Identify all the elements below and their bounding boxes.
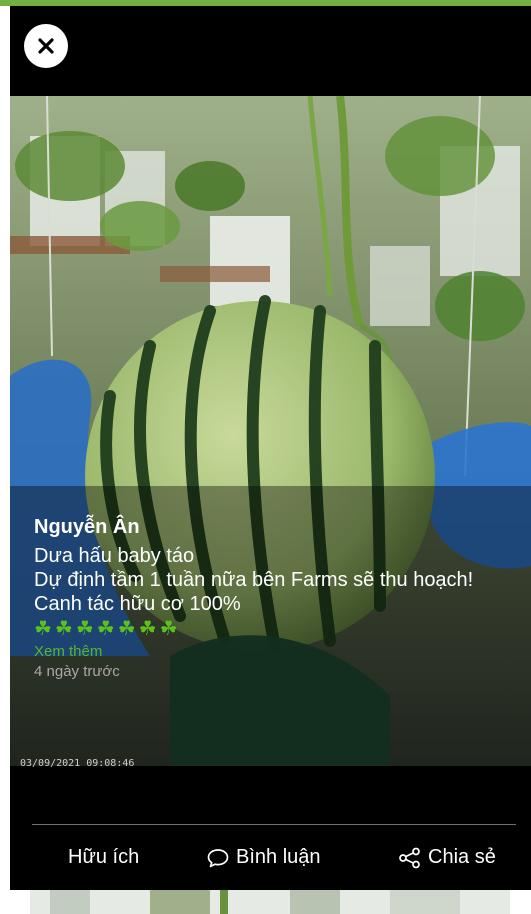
share-label: Chia sẻ bbox=[428, 846, 496, 868]
post-text-line: Canh tác hữu cơ 100% bbox=[34, 593, 241, 615]
see-more-link[interactable]: Xem thêm bbox=[34, 642, 524, 662]
post-text-line: Dưa hấu baby táo bbox=[34, 545, 195, 567]
useful-label: Hữu ích bbox=[68, 846, 140, 868]
photo-viewer: Nguyễn Ân Dưa hấu baby táo Dự định tầm 1… bbox=[10, 6, 531, 890]
useful-button[interactable]: Hữu ích bbox=[68, 846, 139, 869]
clover-emojis: ☘☘☘☘☘☘☘ bbox=[34, 618, 181, 640]
speech-bubble-icon bbox=[207, 848, 229, 867]
share-button[interactable]: Chia sẻ bbox=[398, 846, 496, 869]
next-post-photo-preview bbox=[30, 890, 510, 914]
post-time: 4 ngày trước bbox=[34, 663, 120, 680]
post-viewer-screen: Nguyễn Ân Dưa hấu baby táo Dự định tầm 1… bbox=[0, 0, 531, 914]
action-bar: Hữu ích Bình luận Chia sẻ bbox=[10, 840, 531, 880]
comment-label: Bình luận bbox=[236, 846, 321, 868]
post-text-line: Dự định tầm 1 tuần nữa bên Farms sẽ thu … bbox=[34, 569, 474, 591]
post-caption: Nguyễn Ân Dưa hấu baby táo Dự định tầm 1… bbox=[34, 514, 524, 682]
photo-timestamp: 03/09/2021 09:08:46 bbox=[20, 758, 135, 769]
author-name[interactable]: Nguyễn Ân bbox=[34, 514, 524, 540]
close-button[interactable] bbox=[24, 24, 68, 68]
share-icon bbox=[399, 847, 420, 868]
close-icon bbox=[38, 38, 54, 54]
comment-button[interactable]: Bình luận bbox=[206, 846, 321, 869]
action-divider bbox=[32, 824, 516, 825]
next-photo-thumbnail bbox=[30, 890, 510, 914]
